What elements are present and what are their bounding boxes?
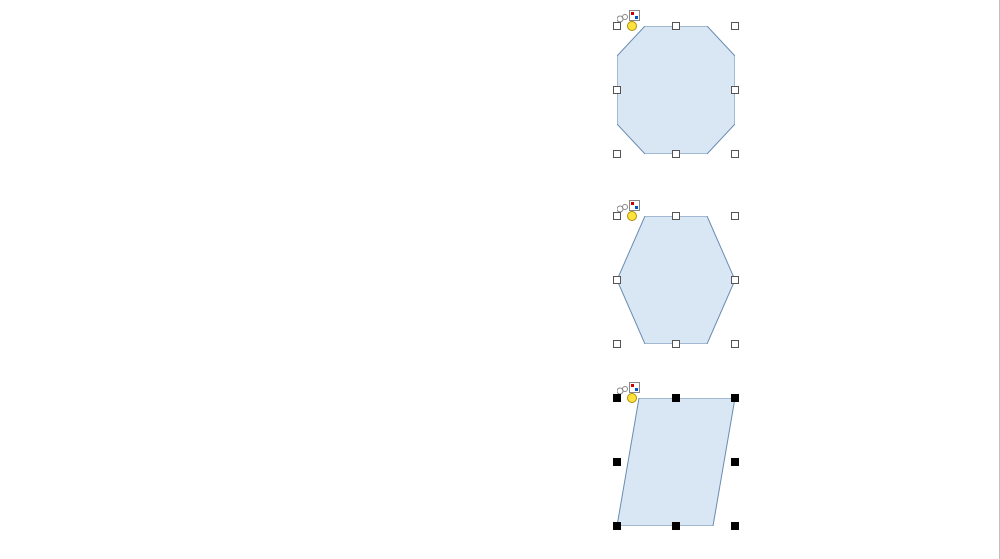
filter-indicator-icon bbox=[617, 200, 628, 211]
handle-ml[interactable] bbox=[613, 276, 621, 284]
handle-tm[interactable] bbox=[672, 22, 680, 30]
handle-tl[interactable] bbox=[613, 394, 621, 402]
handle-bm[interactable] bbox=[672, 340, 680, 348]
handle-br[interactable] bbox=[731, 522, 739, 530]
handle-bl[interactable] bbox=[613, 522, 621, 530]
rotation-handle[interactable] bbox=[627, 21, 637, 31]
handle-bm[interactable] bbox=[672, 522, 680, 530]
handle-bl[interactable] bbox=[613, 150, 621, 158]
handle-bl[interactable] bbox=[613, 340, 621, 348]
handle-ml[interactable] bbox=[613, 458, 621, 466]
shape-indicators bbox=[617, 382, 640, 393]
handle-tm[interactable] bbox=[672, 394, 680, 402]
handle-bm[interactable] bbox=[672, 150, 680, 158]
octagon-path[interactable] bbox=[617, 26, 735, 154]
shape-indicators bbox=[617, 10, 640, 21]
handle-tm[interactable] bbox=[672, 212, 680, 220]
color-indicator-icon bbox=[629, 200, 640, 211]
handle-mr[interactable] bbox=[731, 86, 739, 94]
color-indicator-icon bbox=[629, 382, 640, 393]
shape-parallelogram[interactable] bbox=[617, 398, 735, 526]
handle-tr[interactable] bbox=[731, 394, 739, 402]
handle-br[interactable] bbox=[731, 340, 739, 348]
handle-tr[interactable] bbox=[731, 212, 739, 220]
color-indicator-icon bbox=[629, 10, 640, 21]
filter-indicator-icon bbox=[617, 382, 628, 393]
shape-indicators bbox=[617, 200, 640, 211]
filter-indicator-icon bbox=[617, 10, 628, 21]
hexagon-path[interactable] bbox=[617, 216, 735, 344]
shape-hexagon[interactable] bbox=[617, 216, 735, 344]
shape-octagon[interactable] bbox=[617, 26, 735, 154]
handle-mr[interactable] bbox=[731, 458, 739, 466]
handle-ml[interactable] bbox=[613, 86, 621, 94]
rotation-handle[interactable] bbox=[627, 211, 637, 221]
handle-mr[interactable] bbox=[731, 276, 739, 284]
handle-tr[interactable] bbox=[731, 22, 739, 30]
handle-tl[interactable] bbox=[613, 22, 621, 30]
parallelogram-path[interactable] bbox=[617, 398, 735, 526]
handle-br[interactable] bbox=[731, 150, 739, 158]
handle-tl[interactable] bbox=[613, 212, 621, 220]
rotation-handle[interactable] bbox=[627, 393, 637, 403]
